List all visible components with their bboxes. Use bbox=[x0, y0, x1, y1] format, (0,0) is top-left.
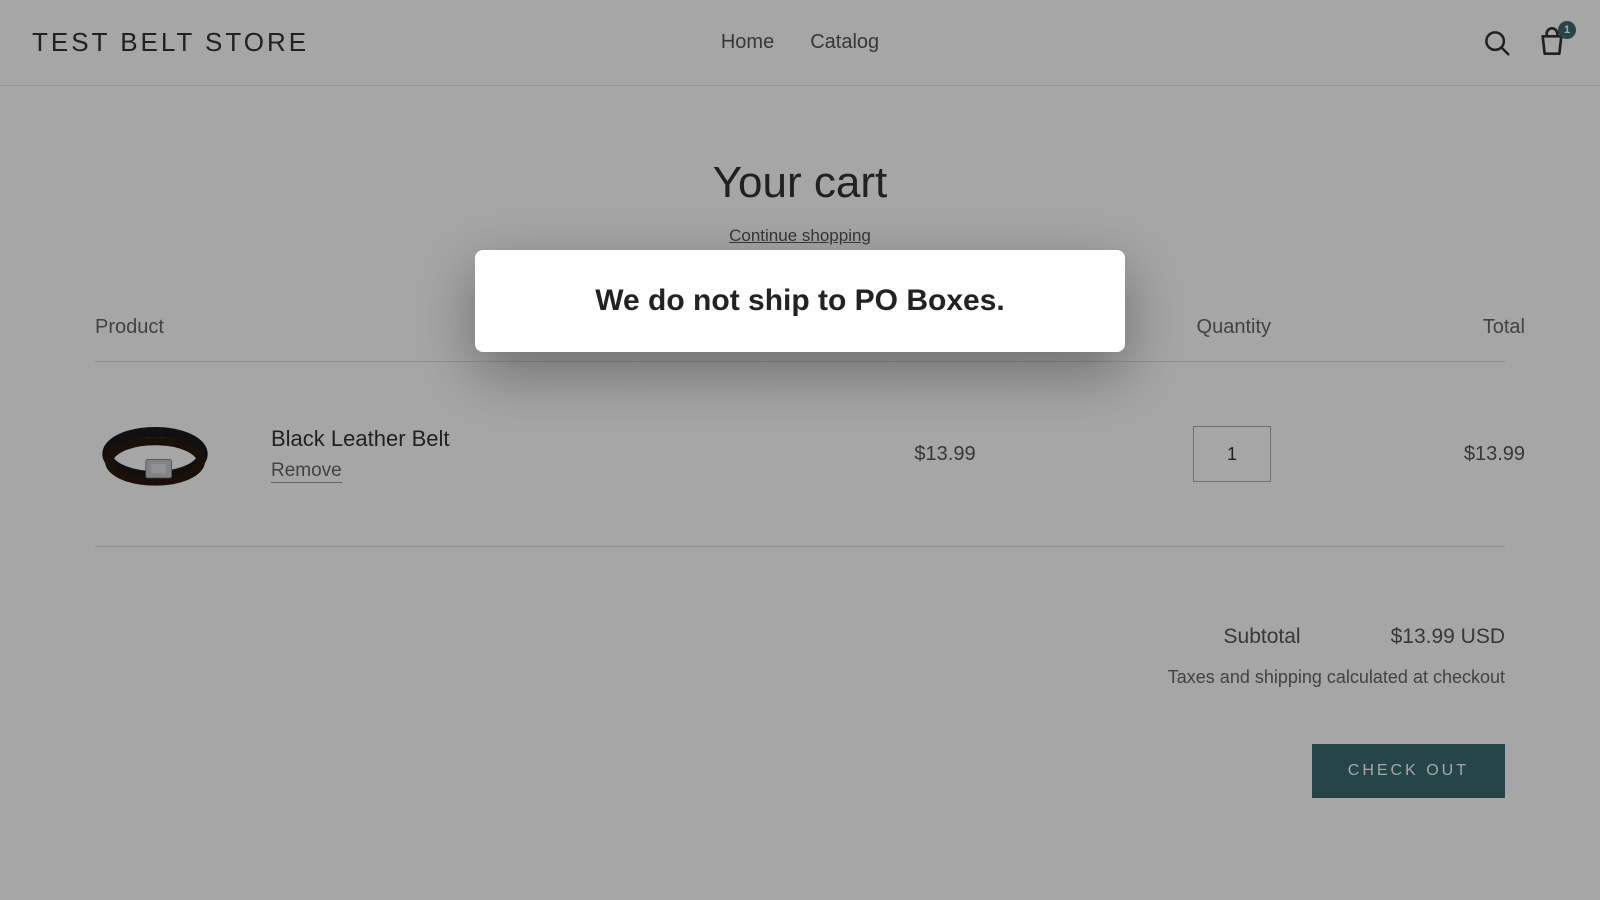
modal-overlay[interactable]: We do not ship to PO Boxes. bbox=[0, 0, 1600, 900]
modal-message: We do not ship to PO Boxes. bbox=[539, 284, 1061, 318]
shipping-notice-modal: We do not ship to PO Boxes. bbox=[475, 250, 1125, 352]
